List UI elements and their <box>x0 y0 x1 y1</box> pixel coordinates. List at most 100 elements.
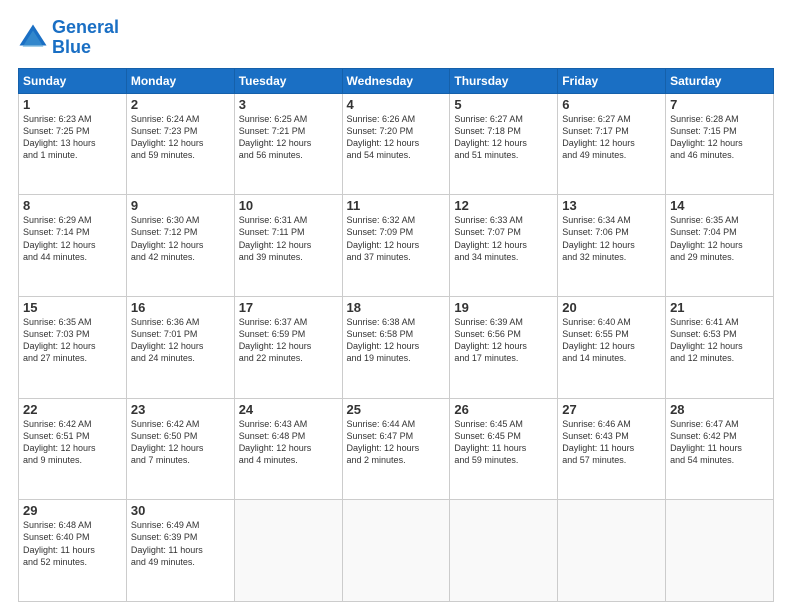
calendar-cell: 28Sunrise: 6:47 AM Sunset: 6:42 PM Dayli… <box>666 398 774 500</box>
day-number: 7 <box>670 97 769 112</box>
day-number: 23 <box>131 402 230 417</box>
calendar-cell: 27Sunrise: 6:46 AM Sunset: 6:43 PM Dayli… <box>558 398 666 500</box>
calendar-cell: 5Sunrise: 6:27 AM Sunset: 7:18 PM Daylig… <box>450 93 558 195</box>
calendar-cell: 2Sunrise: 6:24 AM Sunset: 7:23 PM Daylig… <box>126 93 234 195</box>
day-number: 27 <box>562 402 661 417</box>
day-number: 6 <box>562 97 661 112</box>
calendar-table: SundayMondayTuesdayWednesdayThursdayFrid… <box>18 68 774 602</box>
calendar-cell: 3Sunrise: 6:25 AM Sunset: 7:21 PM Daylig… <box>234 93 342 195</box>
day-info: Sunrise: 6:23 AM Sunset: 7:25 PM Dayligh… <box>23 113 122 162</box>
day-number: 21 <box>670 300 769 315</box>
day-info: Sunrise: 6:35 AM Sunset: 7:04 PM Dayligh… <box>670 214 769 263</box>
day-number: 29 <box>23 503 122 518</box>
day-number: 1 <box>23 97 122 112</box>
day-number: 18 <box>347 300 446 315</box>
calendar-cell: 10Sunrise: 6:31 AM Sunset: 7:11 PM Dayli… <box>234 195 342 297</box>
calendar-cell: 26Sunrise: 6:45 AM Sunset: 6:45 PM Dayli… <box>450 398 558 500</box>
calendar-cell <box>450 500 558 602</box>
day-number: 22 <box>23 402 122 417</box>
day-info: Sunrise: 6:32 AM Sunset: 7:09 PM Dayligh… <box>347 214 446 263</box>
calendar-cell: 6Sunrise: 6:27 AM Sunset: 7:17 PM Daylig… <box>558 93 666 195</box>
day-info: Sunrise: 6:42 AM Sunset: 6:50 PM Dayligh… <box>131 418 230 467</box>
day-number: 30 <box>131 503 230 518</box>
weekday-header: Saturday <box>666 68 774 93</box>
day-info: Sunrise: 6:37 AM Sunset: 6:59 PM Dayligh… <box>239 316 338 365</box>
day-info: Sunrise: 6:49 AM Sunset: 6:39 PM Dayligh… <box>131 519 230 568</box>
day-number: 12 <box>454 198 553 213</box>
day-number: 28 <box>670 402 769 417</box>
calendar-cell: 18Sunrise: 6:38 AM Sunset: 6:58 PM Dayli… <box>342 296 450 398</box>
day-info: Sunrise: 6:24 AM Sunset: 7:23 PM Dayligh… <box>131 113 230 162</box>
header: General Blue <box>18 18 774 58</box>
day-number: 13 <box>562 198 661 213</box>
weekday-header: Sunday <box>19 68 127 93</box>
day-info: Sunrise: 6:48 AM Sunset: 6:40 PM Dayligh… <box>23 519 122 568</box>
weekday-header: Tuesday <box>234 68 342 93</box>
calendar-cell: 19Sunrise: 6:39 AM Sunset: 6:56 PM Dayli… <box>450 296 558 398</box>
calendar-cell: 30Sunrise: 6:49 AM Sunset: 6:39 PM Dayli… <box>126 500 234 602</box>
calendar-cell <box>234 500 342 602</box>
calendar-cell <box>666 500 774 602</box>
calendar-cell: 8Sunrise: 6:29 AM Sunset: 7:14 PM Daylig… <box>19 195 127 297</box>
day-number: 2 <box>131 97 230 112</box>
calendar-cell: 11Sunrise: 6:32 AM Sunset: 7:09 PM Dayli… <box>342 195 450 297</box>
day-number: 11 <box>347 198 446 213</box>
weekday-header: Thursday <box>450 68 558 93</box>
day-info: Sunrise: 6:39 AM Sunset: 6:56 PM Dayligh… <box>454 316 553 365</box>
day-info: Sunrise: 6:46 AM Sunset: 6:43 PM Dayligh… <box>562 418 661 467</box>
day-info: Sunrise: 6:38 AM Sunset: 6:58 PM Dayligh… <box>347 316 446 365</box>
day-number: 15 <box>23 300 122 315</box>
day-info: Sunrise: 6:33 AM Sunset: 7:07 PM Dayligh… <box>454 214 553 263</box>
page: General Blue SundayMondayTuesdayWednesda… <box>0 0 792 612</box>
logo: General Blue <box>18 18 119 58</box>
day-number: 14 <box>670 198 769 213</box>
day-number: 17 <box>239 300 338 315</box>
day-info: Sunrise: 6:45 AM Sunset: 6:45 PM Dayligh… <box>454 418 553 467</box>
day-number: 26 <box>454 402 553 417</box>
day-info: Sunrise: 6:26 AM Sunset: 7:20 PM Dayligh… <box>347 113 446 162</box>
calendar-cell: 25Sunrise: 6:44 AM Sunset: 6:47 PM Dayli… <box>342 398 450 500</box>
calendar-cell: 1Sunrise: 6:23 AM Sunset: 7:25 PM Daylig… <box>19 93 127 195</box>
day-info: Sunrise: 6:41 AM Sunset: 6:53 PM Dayligh… <box>670 316 769 365</box>
logo-icon <box>18 23 48 53</box>
calendar-cell <box>558 500 666 602</box>
day-info: Sunrise: 6:25 AM Sunset: 7:21 PM Dayligh… <box>239 113 338 162</box>
calendar-cell <box>342 500 450 602</box>
calendar-cell: 7Sunrise: 6:28 AM Sunset: 7:15 PM Daylig… <box>666 93 774 195</box>
calendar-cell: 17Sunrise: 6:37 AM Sunset: 6:59 PM Dayli… <box>234 296 342 398</box>
calendar-cell: 23Sunrise: 6:42 AM Sunset: 6:50 PM Dayli… <box>126 398 234 500</box>
day-info: Sunrise: 6:40 AM Sunset: 6:55 PM Dayligh… <box>562 316 661 365</box>
day-number: 25 <box>347 402 446 417</box>
day-number: 16 <box>131 300 230 315</box>
weekday-header: Wednesday <box>342 68 450 93</box>
calendar-cell: 24Sunrise: 6:43 AM Sunset: 6:48 PM Dayli… <box>234 398 342 500</box>
calendar-cell: 21Sunrise: 6:41 AM Sunset: 6:53 PM Dayli… <box>666 296 774 398</box>
day-info: Sunrise: 6:34 AM Sunset: 7:06 PM Dayligh… <box>562 214 661 263</box>
day-info: Sunrise: 6:35 AM Sunset: 7:03 PM Dayligh… <box>23 316 122 365</box>
day-info: Sunrise: 6:30 AM Sunset: 7:12 PM Dayligh… <box>131 214 230 263</box>
day-number: 8 <box>23 198 122 213</box>
day-info: Sunrise: 6:28 AM Sunset: 7:15 PM Dayligh… <box>670 113 769 162</box>
day-number: 5 <box>454 97 553 112</box>
day-number: 19 <box>454 300 553 315</box>
calendar-cell: 20Sunrise: 6:40 AM Sunset: 6:55 PM Dayli… <box>558 296 666 398</box>
day-number: 24 <box>239 402 338 417</box>
day-number: 4 <box>347 97 446 112</box>
day-info: Sunrise: 6:29 AM Sunset: 7:14 PM Dayligh… <box>23 214 122 263</box>
calendar-cell: 13Sunrise: 6:34 AM Sunset: 7:06 PM Dayli… <box>558 195 666 297</box>
weekday-header: Monday <box>126 68 234 93</box>
day-info: Sunrise: 6:44 AM Sunset: 6:47 PM Dayligh… <box>347 418 446 467</box>
day-info: Sunrise: 6:43 AM Sunset: 6:48 PM Dayligh… <box>239 418 338 467</box>
day-info: Sunrise: 6:36 AM Sunset: 7:01 PM Dayligh… <box>131 316 230 365</box>
calendar-cell: 9Sunrise: 6:30 AM Sunset: 7:12 PM Daylig… <box>126 195 234 297</box>
calendar-cell: 15Sunrise: 6:35 AM Sunset: 7:03 PM Dayli… <box>19 296 127 398</box>
calendar-cell: 14Sunrise: 6:35 AM Sunset: 7:04 PM Dayli… <box>666 195 774 297</box>
day-number: 3 <box>239 97 338 112</box>
day-info: Sunrise: 6:27 AM Sunset: 7:18 PM Dayligh… <box>454 113 553 162</box>
day-info: Sunrise: 6:31 AM Sunset: 7:11 PM Dayligh… <box>239 214 338 263</box>
day-info: Sunrise: 6:42 AM Sunset: 6:51 PM Dayligh… <box>23 418 122 467</box>
calendar-cell: 16Sunrise: 6:36 AM Sunset: 7:01 PM Dayli… <box>126 296 234 398</box>
calendar-cell: 4Sunrise: 6:26 AM Sunset: 7:20 PM Daylig… <box>342 93 450 195</box>
weekday-header: Friday <box>558 68 666 93</box>
day-number: 20 <box>562 300 661 315</box>
